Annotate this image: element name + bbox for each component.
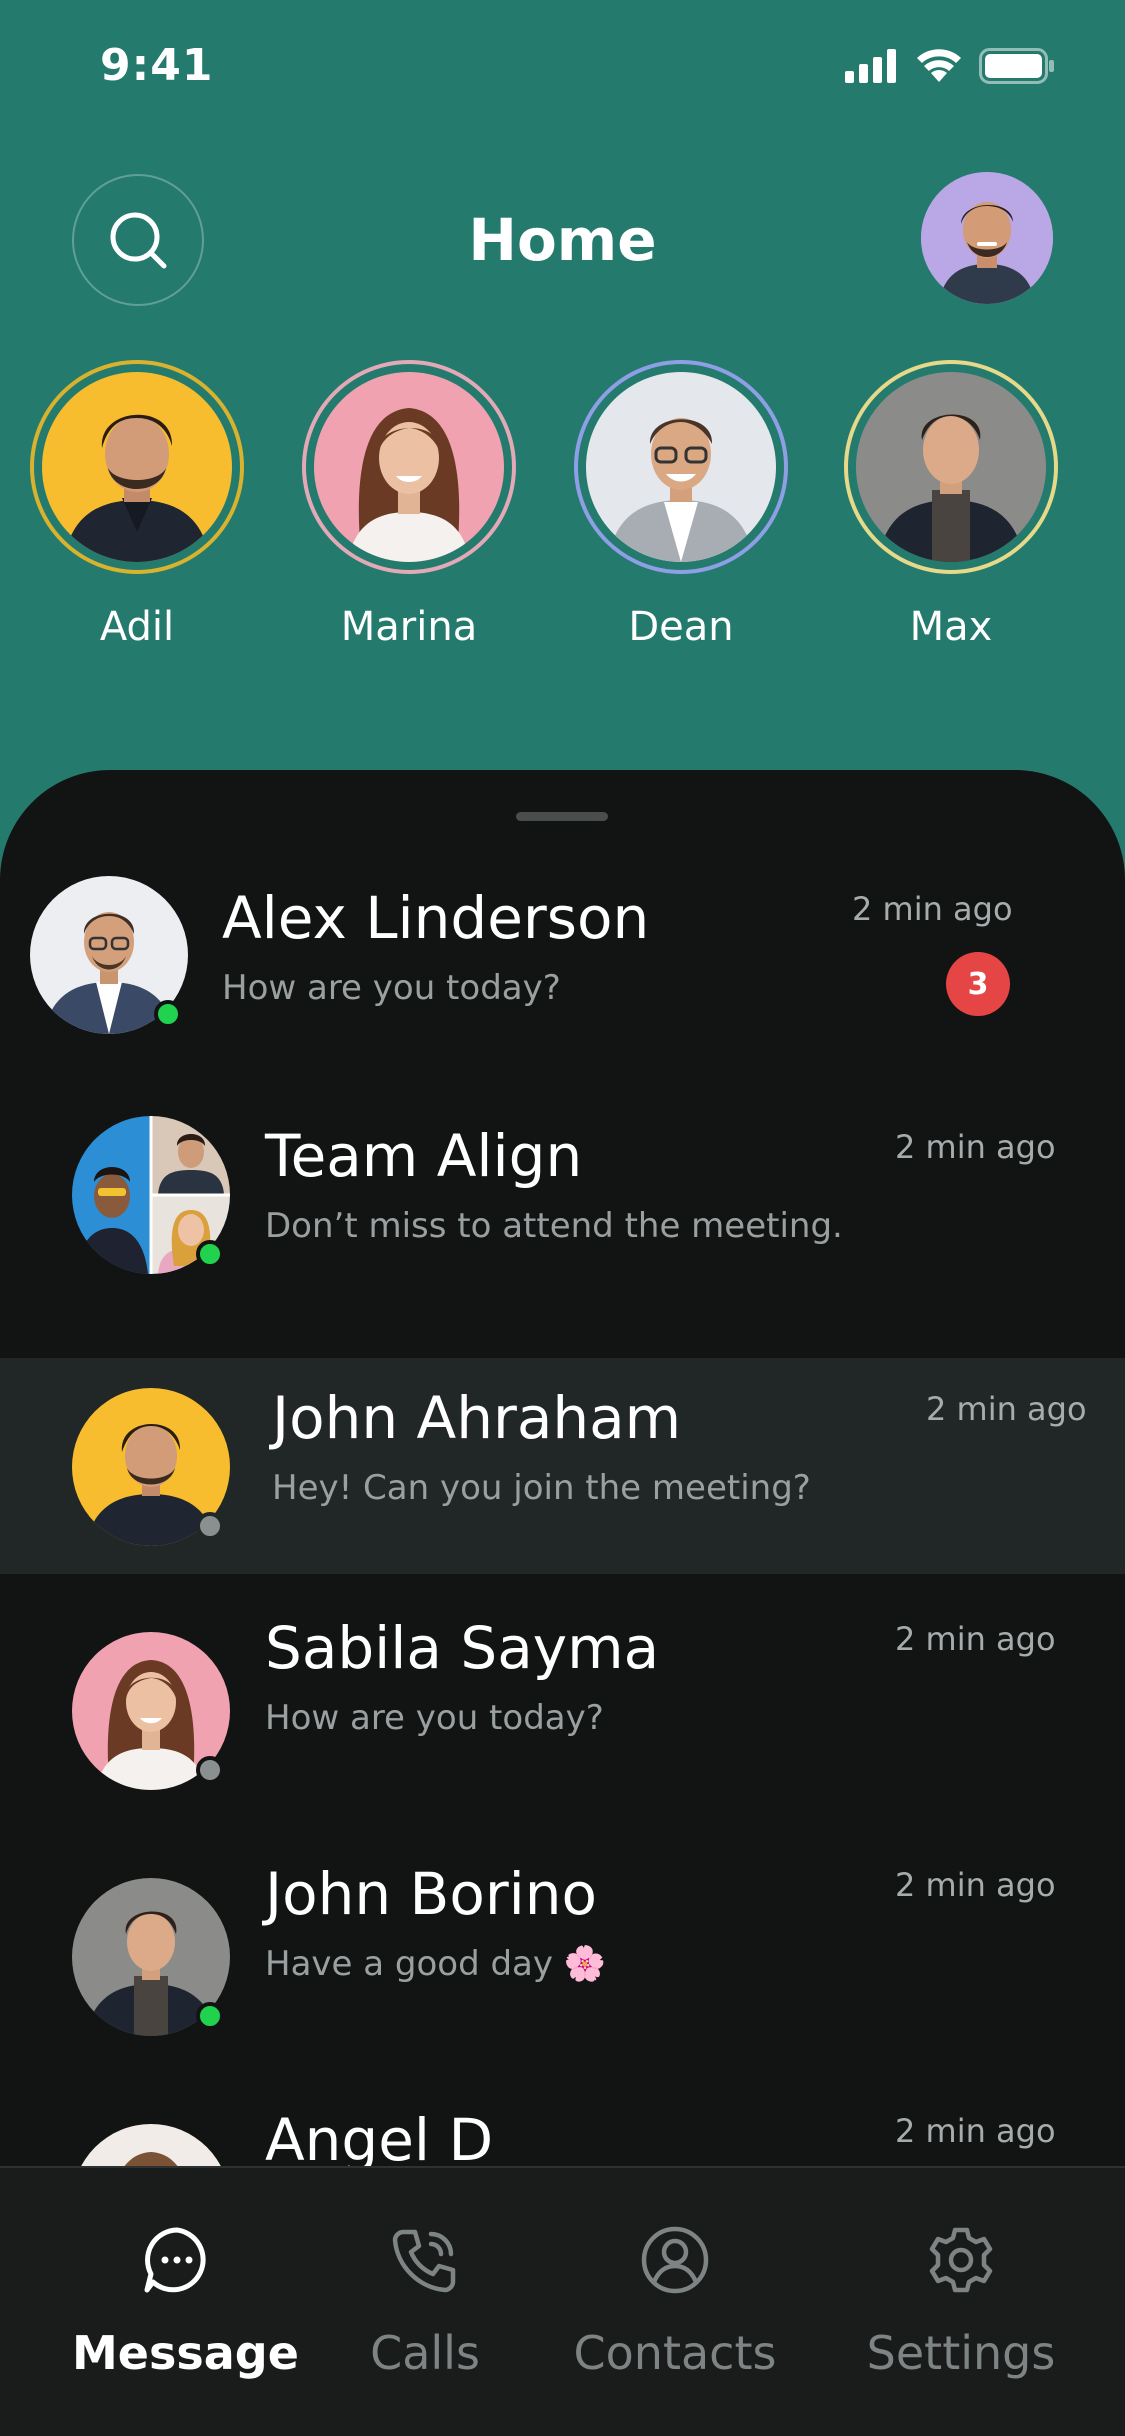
chat-message: How are you today? [222, 968, 561, 1008]
story-name: Dean [628, 604, 734, 650]
chat-avatar [72, 1632, 230, 1790]
tab-label: Settings [866, 2326, 1056, 2380]
chat-time: 2 min ago [895, 1866, 1056, 1904]
online-indicator [196, 2002, 224, 2030]
message-icon [137, 2220, 217, 2300]
chat-name: John Borino [265, 1860, 598, 1928]
tab-message[interactable]: Message [72, 2220, 299, 2380]
status-time: 9:41 [100, 40, 214, 91]
chat-name: Alex Linderson [222, 884, 650, 952]
story-photo [856, 372, 1046, 562]
avatar-image [921, 172, 1053, 304]
chat-row[interactable]: Angel D 2 min ago [0, 2076, 1125, 2170]
chat-avatar [72, 2124, 230, 2170]
story-item[interactable]: Adil [30, 360, 244, 650]
offline-indicator [196, 1756, 224, 1784]
offline-indicator [196, 1512, 224, 1540]
online-indicator [196, 1240, 224, 1268]
tab-contacts[interactable]: Contacts [565, 2220, 785, 2380]
story-photo [314, 372, 504, 562]
status-icons [845, 48, 1055, 84]
story-item[interactable]: Max [844, 360, 1058, 650]
chat-row[interactable]: Team Align Don’t miss to attend the meet… [0, 1096, 1125, 1312]
story-name: Marina [340, 604, 478, 650]
gear-icon [921, 2220, 1001, 2300]
chat-avatar [72, 1388, 230, 1546]
battery-icon [979, 48, 1054, 84]
header: Home [0, 170, 1125, 310]
chat-message: How are you today? [265, 1698, 604, 1738]
chat-sheet: Alex Linderson How are you today? 2 min … [0, 770, 1125, 2170]
chat-time: 2 min ago [895, 2112, 1056, 2150]
story-ring [844, 360, 1058, 574]
story-photo [42, 372, 232, 562]
chat-time: 2 min ago [926, 1390, 1087, 1428]
wifi-icon [917, 49, 961, 82]
chat-row[interactable]: Sabila Sayma How are you today? 2 min ag… [0, 1588, 1125, 1804]
story-ring [302, 360, 516, 574]
tab-settings[interactable]: Settings [866, 2220, 1056, 2380]
phone-icon [385, 2220, 465, 2300]
profile-avatar[interactable] [921, 172, 1053, 304]
story-item[interactable]: Marina [302, 360, 516, 650]
chat-name: Angel D [265, 2106, 494, 2170]
stories-row: Adil Marina Dean Max [0, 360, 1125, 660]
tab-bar: Message Calls Contacts Settings [0, 2166, 1125, 2436]
user-icon [635, 2220, 715, 2300]
story-ring [30, 360, 244, 574]
sheet-handle[interactable] [516, 812, 608, 821]
story-item[interactable]: Dean [574, 360, 788, 650]
chat-row-selected[interactable]: John Ahraham Hey! Can you join the meeti… [0, 1358, 1125, 1574]
chat-name: John Ahraham [272, 1384, 682, 1452]
chat-name: Sabila Sayma [265, 1614, 660, 1682]
chat-row[interactable]: John Borino Have a good day 🌸 2 min ago [0, 1834, 1125, 2050]
signal-icon [845, 49, 896, 83]
chat-avatar [72, 1878, 230, 2036]
chat-message: Have a good day 🌸 [265, 1944, 607, 1984]
story-ring [574, 360, 788, 574]
tab-label: Contacts [573, 2326, 777, 2380]
group-avatar [72, 1116, 230, 1274]
chat-message: Don’t miss to attend the meeting. [265, 1206, 843, 1246]
chat-row[interactable]: Alex Linderson How are you today? 2 min … [0, 850, 1125, 1066]
tab-label: Calls [370, 2326, 480, 2380]
chat-time: 2 min ago [895, 1128, 1056, 1166]
online-indicator [154, 1000, 182, 1028]
unread-badge: 3 [946, 952, 1010, 1016]
chat-avatar [30, 876, 188, 1034]
chat-name: Team Align [265, 1122, 583, 1190]
story-name: Max [909, 604, 993, 650]
chat-time: 2 min ago [895, 1620, 1056, 1658]
status-bar: 9:41 [0, 0, 1125, 130]
chat-message: Hey! Can you join the meeting? [272, 1468, 811, 1508]
story-photo [586, 372, 776, 562]
tab-label: Message [72, 2326, 299, 2380]
tab-calls[interactable]: Calls [365, 2220, 485, 2380]
story-name: Adil [99, 604, 175, 650]
chat-time: 2 min ago [852, 890, 1013, 928]
